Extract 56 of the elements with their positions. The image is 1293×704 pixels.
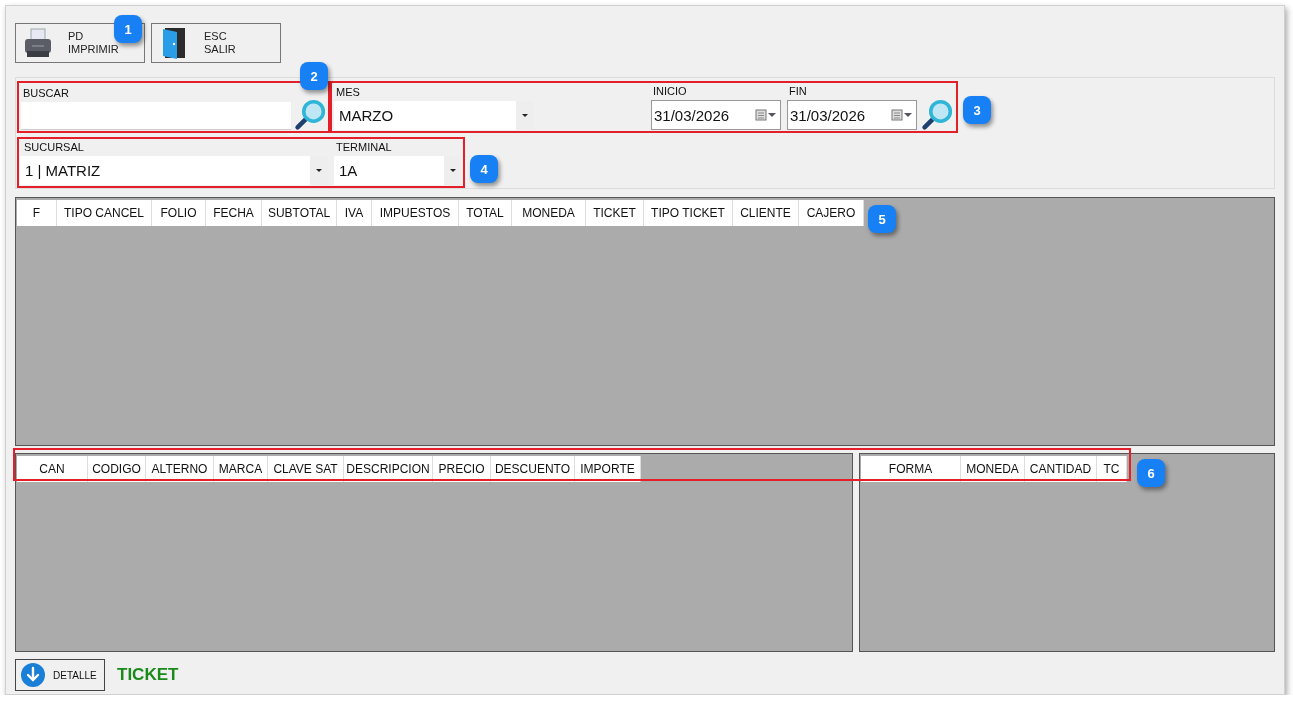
column-header[interactable]: IMPORTE xyxy=(575,456,641,482)
callout-badge: 3 xyxy=(963,96,991,124)
start-date-field[interactable]: 31/03/2026 xyxy=(651,100,781,130)
column-header[interactable]: CODIGO xyxy=(88,456,146,482)
column-header[interactable]: FECHA xyxy=(206,200,262,226)
search-icon[interactable] xyxy=(294,99,326,131)
end-date-field[interactable]: 31/03/2026 xyxy=(787,100,917,130)
field-label: FIN xyxy=(789,85,808,97)
callout-badge: 4 xyxy=(470,155,498,183)
detail-button[interactable]: DETALLE xyxy=(15,659,105,691)
column-header[interactable]: MARCA xyxy=(214,456,268,482)
column-header[interactable]: CAJERO xyxy=(799,200,864,226)
caret-icon xyxy=(316,168,322,173)
column-header[interactable]: CAN xyxy=(17,456,88,482)
callout-badge: 6 xyxy=(1137,459,1165,487)
search-icon[interactable] xyxy=(921,99,953,131)
column-header[interactable]: PRECIO xyxy=(433,456,491,482)
caret-icon xyxy=(450,168,456,173)
printer-icon xyxy=(22,27,54,59)
column-header[interactable]: TOTAL xyxy=(459,200,512,226)
calendar-dropdown-icon[interactable] xyxy=(755,108,777,122)
callout-badge: 1 xyxy=(114,15,142,43)
field-label: BUSCAR xyxy=(23,87,70,99)
section-title: TICKET xyxy=(117,665,179,685)
callout-badge: 2 xyxy=(300,62,328,90)
field-label: INICIO xyxy=(653,85,688,97)
field-label: SUCURSAL xyxy=(24,141,85,153)
column-header[interactable]: FORMA xyxy=(861,456,961,482)
column-header[interactable]: ALTERNO xyxy=(146,456,214,482)
search-field[interactable] xyxy=(21,102,291,130)
column-header[interactable]: IVA xyxy=(337,200,372,226)
callout-badge: 5 xyxy=(868,205,896,233)
column-header[interactable]: DESCUENTO xyxy=(491,456,575,482)
column-header[interactable]: MONEDA xyxy=(512,200,586,226)
column-header[interactable]: DESCRIPCION xyxy=(344,456,433,482)
column-header[interactable]: TC xyxy=(1097,456,1127,482)
door-icon xyxy=(161,26,187,60)
column-header[interactable]: FOLIO xyxy=(152,200,206,226)
column-header[interactable]: IMPUESTOS xyxy=(372,200,459,226)
column-header[interactable]: CLAVE SAT xyxy=(268,456,344,482)
column-header[interactable]: CANTIDAD xyxy=(1025,456,1097,482)
caret-icon xyxy=(522,113,528,118)
column-header[interactable]: MONEDA xyxy=(961,456,1025,482)
calendar-dropdown-icon[interactable] xyxy=(891,108,913,122)
column-header[interactable]: SUBTOTAL xyxy=(262,200,337,226)
month-dropdown[interactable]: MARZO xyxy=(334,101,534,130)
column-header[interactable]: TICKET xyxy=(586,200,644,226)
column-header[interactable]: CLIENTE xyxy=(733,200,799,226)
column-header[interactable]: F xyxy=(17,200,57,226)
field-label: TERMINAL xyxy=(336,141,393,153)
field-label: MES xyxy=(336,86,361,98)
column-header[interactable]: TIPO TICKET xyxy=(644,200,733,226)
column-header[interactable]: TIPO CANCEL xyxy=(57,200,152,226)
terminal-dropdown[interactable]: 1A xyxy=(334,156,462,185)
branch-dropdown[interactable]: 1 | MATRIZ xyxy=(20,156,328,185)
exit-button[interactable]: ESC SALIR xyxy=(151,23,281,63)
